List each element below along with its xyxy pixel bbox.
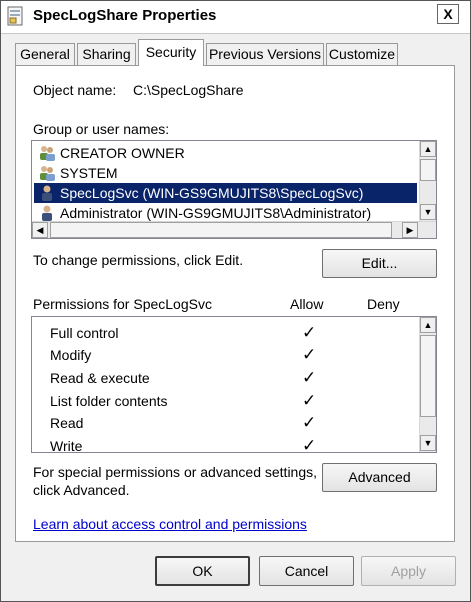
scroll-thumb[interactable]: [420, 335, 436, 417]
allow-check-icon: ✓: [302, 368, 317, 387]
folder-properties-icon: [7, 6, 23, 26]
title-bar[interactable]: SpecLogShare Properties X: [1, 1, 470, 34]
allow-check-icon: ✓: [302, 323, 317, 342]
permission-row: Modify ✓: [50, 345, 317, 364]
scroll-up-button[interactable]: ▲: [420, 141, 436, 157]
group-icon: [40, 166, 55, 181]
special-permissions-text-line1: For special permissions or advanced sett…: [33, 464, 318, 480]
user-row-administrator[interactable]: Administrator (WIN-GS9GMUJITS8\Administr…: [34, 203, 417, 223]
edit-button[interactable]: Edit...: [322, 249, 437, 278]
permission-row: Read & execute ✓: [50, 368, 317, 387]
allow-check-icon: ✓: [302, 345, 317, 364]
permissions-for-label: Permissions for SpecLogSvc: [33, 296, 212, 312]
scroll-left-button[interactable]: ◀: [32, 222, 48, 238]
user-list-horizontal-scrollbar[interactable]: ◀ ▶: [32, 221, 436, 238]
permissions-list: Full control ✓ Modify ✓ Read & execute ✓…: [31, 316, 437, 453]
user-row-speclogsvc[interactable]: SpecLogSvc (WIN-GS9GMUJITS8\SpecLogSvc): [34, 183, 417, 203]
special-permissions-text-line2: click Advanced.: [33, 482, 130, 498]
close-icon: X: [443, 6, 453, 22]
tab-sharing[interactable]: Sharing: [77, 43, 136, 65]
scroll-down-button[interactable]: ▼: [420, 435, 436, 451]
security-panel: Object name: C:\SpecLogShare Group or us…: [15, 65, 455, 542]
tab-customize[interactable]: Customize: [326, 43, 398, 65]
scroll-thumb[interactable]: [420, 159, 436, 181]
window-title: SpecLogShare Properties: [33, 7, 217, 24]
scroll-right-button[interactable]: ▶: [402, 222, 418, 238]
allow-header: Allow: [290, 296, 324, 312]
scroll-up-button[interactable]: ▲: [420, 317, 436, 333]
group-or-user-names-label: Group or user names:: [33, 121, 170, 137]
tab-security[interactable]: Security: [138, 39, 204, 66]
permission-row: Full control ✓: [50, 323, 317, 342]
group-icon: [40, 146, 55, 161]
change-permissions-text: To change permissions, click Edit.: [33, 252, 244, 268]
user-list-vertical-scrollbar[interactable]: ▲ ▼: [419, 141, 436, 221]
properties-dialog: SpecLogShare Properties X General Sharin…: [0, 0, 471, 602]
permissions-vertical-scrollbar[interactable]: ▲ ▼: [419, 317, 436, 452]
scroll-down-button[interactable]: ▼: [420, 204, 436, 220]
user-list[interactable]: CREATOR OWNER SYSTEM SpecLogSvc (WIN-GS9…: [31, 140, 437, 239]
allow-check-icon: ✓: [302, 413, 317, 432]
user-row-creator-owner[interactable]: CREATOR OWNER: [34, 143, 417, 163]
deny-header: Deny: [367, 296, 400, 312]
tab-general[interactable]: General: [15, 43, 75, 65]
user-icon: [42, 185, 52, 201]
user-icon: [42, 205, 52, 221]
advanced-button[interactable]: Advanced: [322, 463, 437, 492]
ok-button[interactable]: OK: [155, 556, 250, 586]
object-name-value: C:\SpecLogShare: [133, 82, 244, 98]
close-button[interactable]: X: [437, 4, 459, 24]
permission-row: List folder contents ✓: [50, 391, 317, 410]
apply-button[interactable]: Apply: [361, 556, 456, 586]
object-name-label: Object name:: [33, 82, 117, 98]
user-row-system[interactable]: SYSTEM: [34, 163, 417, 183]
tab-previous-versions[interactable]: Previous Versions: [206, 43, 324, 65]
permission-row: Read ✓: [50, 413, 317, 432]
permission-row: Write ✓: [32, 436, 436, 453]
learn-access-control-link[interactable]: Learn about access control and permissio…: [33, 516, 307, 532]
scroll-thumb[interactable]: [50, 222, 392, 238]
allow-check-icon: ✓: [302, 436, 317, 453]
allow-check-icon: ✓: [302, 391, 317, 410]
cancel-button[interactable]: Cancel: [259, 556, 354, 586]
